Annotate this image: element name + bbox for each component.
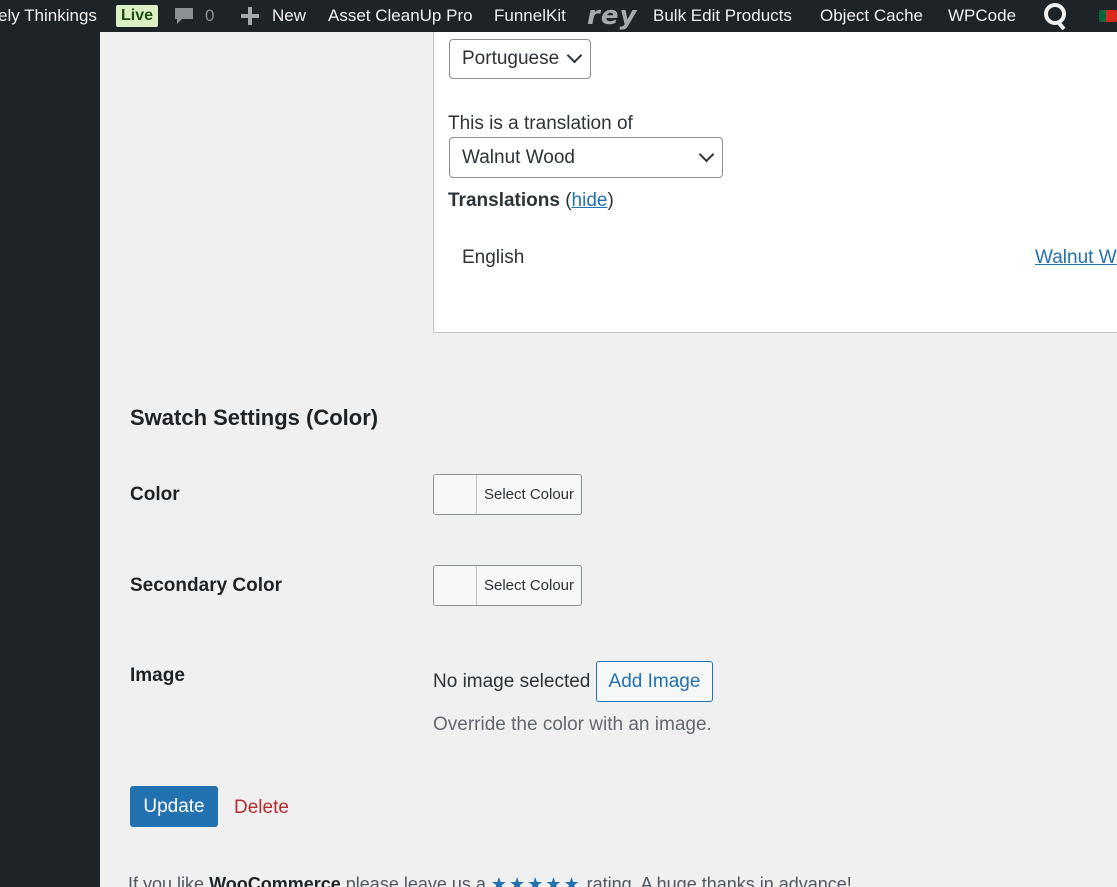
comments-link[interactable]: 0 — [173, 0, 214, 32]
admin-sidebar — [0, 32, 100, 887]
new-label: New — [272, 6, 307, 25]
object-cache-link[interactable]: Object Cache — [820, 0, 923, 32]
select-colour-label: Select Colour — [483, 486, 575, 503]
translations-heading: Translations (hide) — [448, 190, 614, 211]
site-name-link[interactable]: ely Thinkings — [0, 0, 97, 32]
language-select-value: Portuguese — [462, 48, 560, 69]
comment-bubble-icon — [175, 8, 193, 24]
rating-stars-link[interactable]: ★★★★★ — [491, 874, 582, 887]
wpcode-link[interactable]: WPCode — [948, 0, 1016, 32]
hide-translations-link[interactable]: hide — [572, 190, 608, 211]
asset-cleanup-link[interactable]: Asset CleanUp Pro — [328, 0, 473, 32]
footer-rating-text: If you like WooCommerce please leave us … — [128, 874, 852, 887]
color-picker-button[interactable]: Select Colour — [433, 474, 582, 515]
image-label: Image — [130, 665, 185, 686]
add-image-button[interactable]: Add Image — [596, 661, 713, 702]
translation-row-link[interactable]: Walnut W — [1035, 247, 1117, 269]
language-switcher[interactable] — [1099, 0, 1117, 32]
delete-link[interactable]: Delete — [234, 797, 289, 819]
translation-of-value: Walnut Wood — [462, 146, 575, 168]
language-select[interactable]: Portuguese — [449, 39, 591, 79]
select-colour-label: Select Colour — [483, 577, 575, 594]
chevron-down-icon — [566, 47, 583, 64]
image-description: Override the color with an image. — [433, 714, 712, 735]
admin-bar: ely Thinkings Live 0 New Asset CleanUp P… — [0, 0, 1117, 32]
secondary-color-picker-button[interactable]: Select Colour — [433, 565, 582, 606]
chevron-down-icon — [698, 146, 715, 162]
bulk-edit-products-link[interactable]: Bulk Edit Products — [653, 0, 792, 32]
plus-icon — [241, 7, 259, 25]
no-image-text: No image selected — [433, 671, 591, 692]
rey-logo[interactable]: rey — [587, 0, 637, 32]
color-swatch-preview — [434, 566, 477, 605]
live-badge: Live — [116, 0, 159, 32]
color-swatch-preview — [434, 475, 477, 514]
comments-count: 0 — [205, 6, 215, 25]
portugal-flag-icon — [1099, 10, 1117, 22]
translation-of-select[interactable]: Walnut Wood — [449, 137, 723, 178]
quick-search-icon[interactable] — [1042, 0, 1070, 32]
swatch-settings-heading: Swatch Settings (Color) — [130, 405, 379, 430]
translation-row-language: English — [462, 247, 525, 268]
funnelkit-link[interactable]: FunnelKit — [494, 0, 566, 32]
color-label: Color — [130, 484, 180, 505]
update-button[interactable]: Update — [130, 786, 218, 827]
translation-of-label: This is a translation of — [448, 113, 633, 134]
secondary-color-label: Secondary Color — [130, 575, 283, 596]
new-content-link[interactable]: New — [240, 0, 306, 32]
